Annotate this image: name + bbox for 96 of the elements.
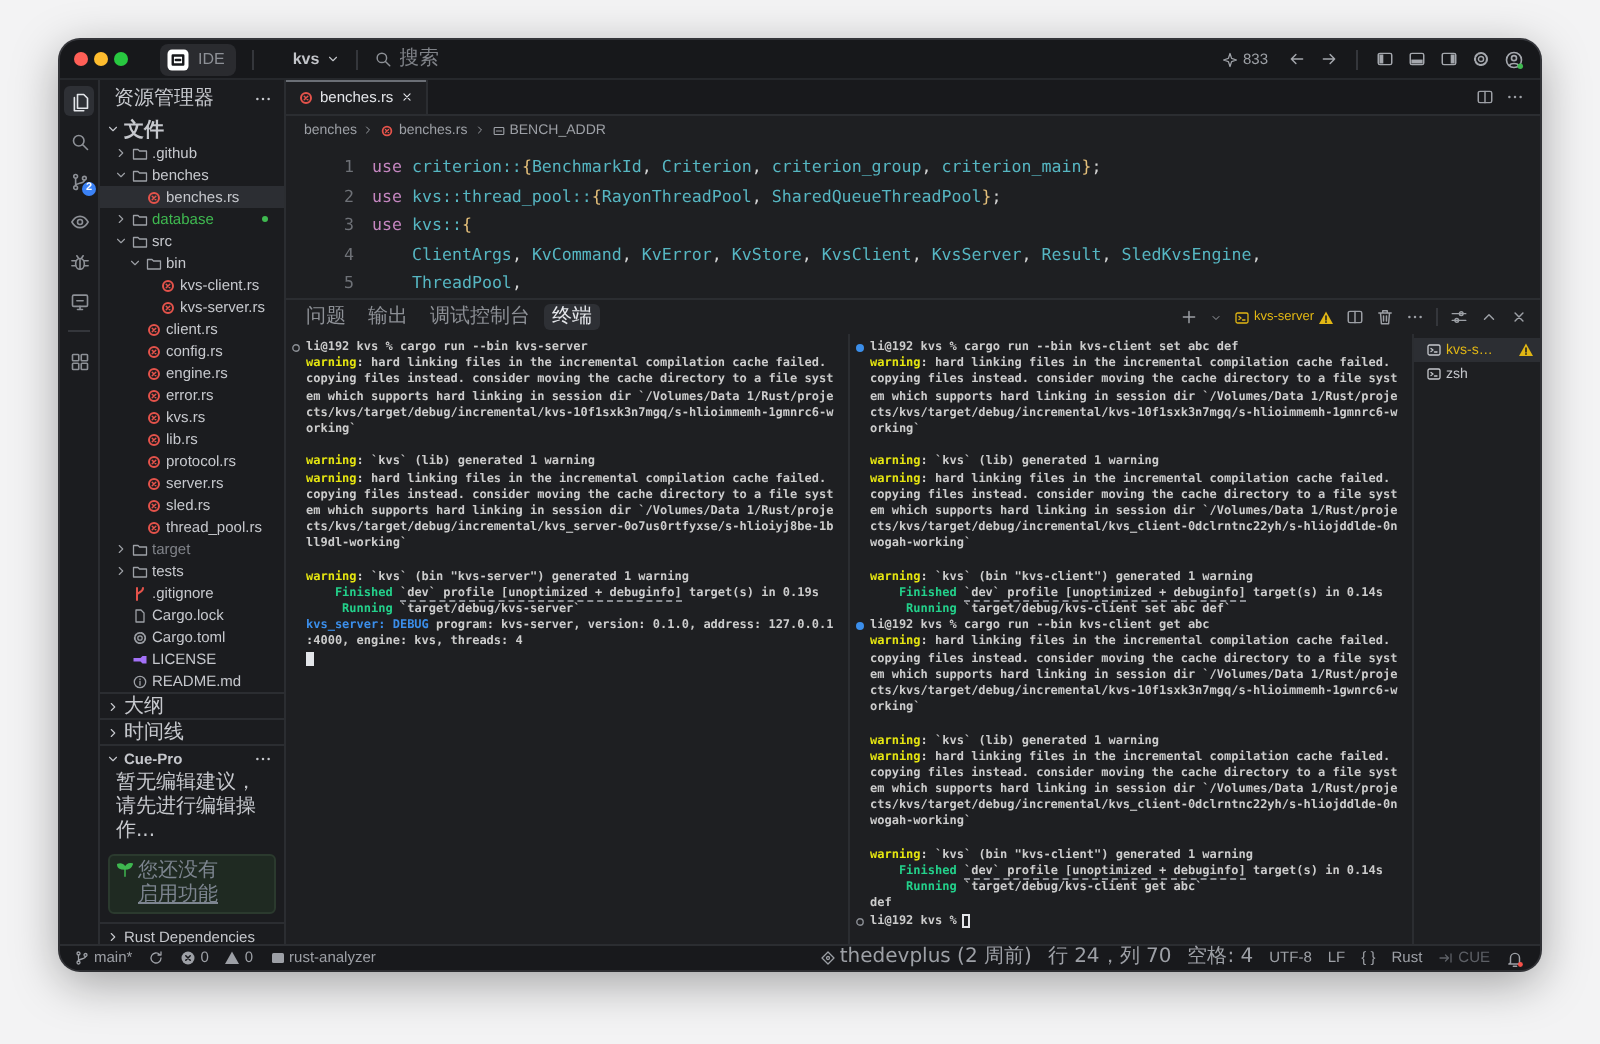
crossed-circle-icon [146, 321, 162, 337]
plus-icon[interactable] [1180, 308, 1199, 326]
bug-icon [69, 251, 89, 271]
crossed-circle-icon [160, 299, 176, 315]
left-sidebar-toggle-icon[interactable] [1376, 50, 1394, 68]
branch-icon [132, 585, 148, 601]
enable-link[interactable]: 启用功能 [138, 884, 218, 906]
panel-tab[interactable]: 输出 [360, 304, 416, 330]
warning-icon [224, 950, 241, 966]
product-switcher[interactable]: IDE [160, 43, 237, 75]
code-line: ThreadPool, [409, 270, 522, 296]
warning-icon [1318, 309, 1334, 325]
tab-icon [1438, 950, 1455, 966]
crossed-circle-icon [146, 409, 162, 425]
branch-icon [74, 950, 90, 966]
cursor-position[interactable]: 行 24，列 70 [1047, 946, 1172, 970]
crossed-circle-icon [146, 387, 162, 403]
terminal-icon [1426, 342, 1442, 358]
panel-section-header[interactable]: 时间线 [100, 718, 284, 744]
line-number: 3 [342, 212, 354, 238]
settings-icon[interactable] [1472, 50, 1490, 68]
crossed-circle-icon [146, 189, 162, 205]
empty-message: 暂无编辑建议，请先进行编辑操作... [114, 770, 258, 846]
gear-icon [132, 629, 148, 645]
search-icon [373, 50, 392, 68]
forward-icon[interactable] [1320, 50, 1338, 68]
split-terminal-icon[interactable] [1346, 308, 1364, 326]
code-line: ClientArgs, KvCommand, KvError, KvStore, KvsClient, KvsServer, Result, SledKvsEngine, [409, 241, 1262, 268]
sparkle-icon [1222, 51, 1239, 67]
section-header[interactable]: 文件 [100, 116, 284, 142]
close-window-button[interactable] [74, 52, 88, 66]
crossed-circle-icon [146, 519, 162, 535]
chevron-right-icon [362, 124, 375, 136]
file-icon [132, 607, 148, 623]
notifications-icon[interactable] [1506, 949, 1524, 967]
code-line: use criterion::{BenchmarkId, Criterion, criterion_group, criterion_main}; [372, 154, 1102, 180]
blame-info[interactable]: thedevplus (2 周前) [819, 946, 1032, 970]
crossed-circle-icon [160, 277, 176, 293]
crossed-circle-icon [146, 453, 162, 469]
panel-tab[interactable]: 问题 [298, 304, 354, 330]
line-number: 2 [342, 183, 354, 209]
indentation[interactable]: 空格: 4 [1187, 946, 1254, 970]
panel-section-header[interactable]: 大纲 [100, 692, 284, 718]
panel-tab[interactable]: 终端 [544, 304, 600, 330]
tag-icon [132, 651, 148, 667]
notice-text: 您还没有 启用功能 [138, 860, 220, 908]
sprout-icon [116, 860, 134, 878]
chip-icon [269, 950, 286, 966]
crossed-circle-icon [380, 123, 395, 137]
search-field[interactable]: 搜索 [399, 46, 640, 72]
line-number: 1 [342, 154, 354, 180]
bottom-panel-toggle-icon[interactable] [1408, 50, 1426, 68]
maximize-button[interactable] [114, 52, 128, 66]
panel-tab[interactable]: 调试控制台 [422, 304, 538, 330]
files-icon [69, 91, 89, 111]
code-line: use kvs::{ [372, 212, 472, 238]
terminal-icon [1234, 309, 1251, 325]
search-icon [69, 131, 89, 151]
chevron-down-icon[interactable] [1210, 311, 1223, 323]
back-icon[interactable] [1288, 50, 1306, 68]
status-dot [262, 216, 268, 222]
grid-icon [69, 351, 89, 371]
project-menu[interactable]: kvs [292, 50, 340, 68]
sidebar-title: 资源管理器 [114, 86, 214, 112]
close-icon[interactable] [399, 90, 414, 104]
chevron-down-icon [325, 52, 340, 66]
commit-icon [819, 950, 836, 966]
crossed-circle-icon [146, 497, 162, 513]
crossed-circle-icon [146, 475, 162, 491]
chevron-icon [106, 122, 120, 136]
code-line: use kvs::thread_pool::{RayonThreadPool, SharedQueueThreadPool}; [372, 183, 1002, 210]
line-number: 4 [342, 241, 354, 267]
logo-icon [166, 47, 190, 71]
sliders-icon[interactable] [1450, 308, 1468, 326]
branch-icon [69, 171, 89, 191]
maximize-panel-icon[interactable] [1480, 308, 1498, 326]
account-icon[interactable] [1504, 49, 1524, 69]
minimize-button[interactable] [94, 52, 108, 66]
trash-icon[interactable] [1376, 308, 1394, 326]
activity-bar-button[interactable] [64, 86, 94, 116]
info-icon [132, 673, 148, 689]
crossed-circle-icon [298, 89, 314, 105]
terminal-cursor [306, 652, 314, 667]
monitor-icon [69, 291, 89, 311]
split-editor-icon[interactable] [1476, 88, 1494, 106]
crossed-circle-icon [146, 431, 162, 447]
crossed-circle-icon [146, 365, 162, 381]
symbol-icon [491, 123, 506, 137]
eye-icon [69, 211, 89, 231]
right-sidebar-toggle-icon[interactable] [1440, 50, 1458, 68]
close-icon[interactable] [1510, 308, 1528, 326]
crossed-circle-icon [146, 343, 162, 359]
chevron-right-icon [473, 124, 486, 136]
line-number: 5 [342, 270, 354, 296]
terminal-icon [1426, 366, 1442, 382]
sync-icon[interactable] [148, 950, 165, 966]
